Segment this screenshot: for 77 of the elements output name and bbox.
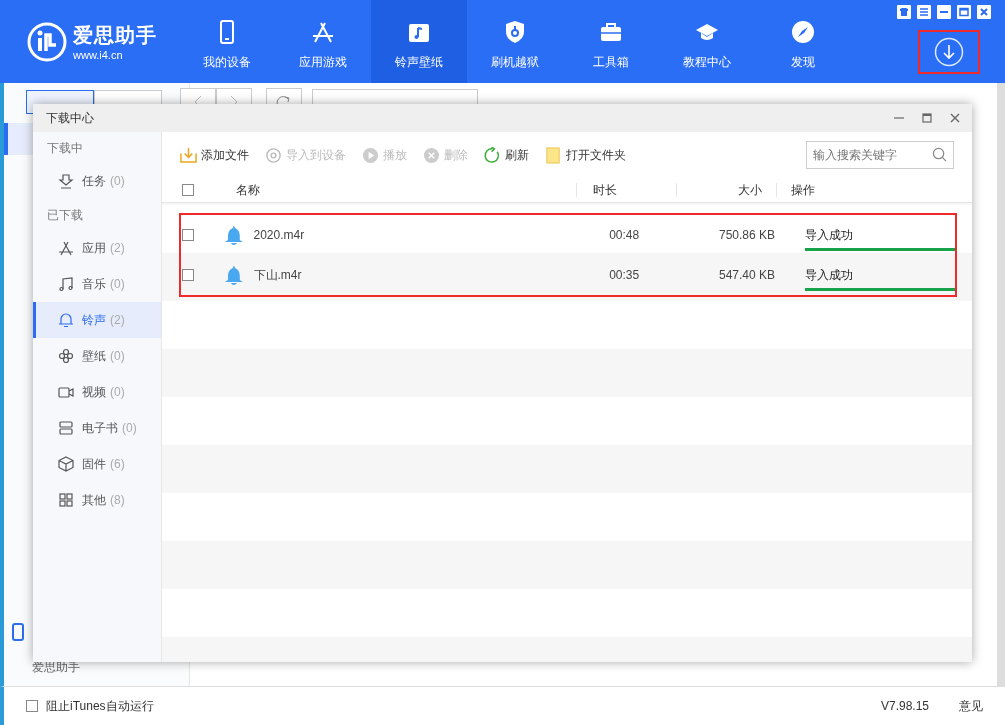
section-heading: 已下载 xyxy=(46,207,84,224)
bell-icon xyxy=(58,312,74,328)
sidebar-item[interactable]: 任务 (0) xyxy=(33,163,161,199)
shield-icon xyxy=(503,20,527,44)
menu-icon[interactable] xyxy=(917,5,931,19)
status-label: 导入成功 xyxy=(805,227,854,244)
grid-icon xyxy=(58,492,74,508)
feedback-link[interactable]: 意见 xyxy=(959,697,983,715)
sidebar-item[interactable]: 其他 (8) xyxy=(33,482,161,518)
folder-icon xyxy=(545,146,562,164)
scrollbar[interactable] xyxy=(997,83,1005,686)
table-cell-text: 00:48 xyxy=(608,228,641,242)
app-icon xyxy=(58,240,74,256)
maximize-icon[interactable] xyxy=(957,5,971,19)
appstore-icon xyxy=(311,20,335,44)
column-header: 大小 xyxy=(677,183,777,197)
nav-tab[interactable]: 铃声壁纸 xyxy=(371,0,467,83)
refresh-icon xyxy=(484,146,501,164)
row-checkbox[interactable] xyxy=(182,269,194,281)
section-heading: 下载中 xyxy=(46,140,84,157)
play-icon xyxy=(362,146,379,164)
book-icon xyxy=(58,420,74,436)
close-icon[interactable] xyxy=(977,5,991,19)
column-header: 名称 xyxy=(202,183,577,197)
bell-icon xyxy=(223,265,244,285)
sidebar-item[interactable]: 应用 (2) xyxy=(33,230,161,266)
version-label: V7.98.15 xyxy=(880,699,929,713)
file-name: 2020.m4r xyxy=(253,228,306,242)
download-icon[interactable] xyxy=(934,37,964,67)
delete-icon xyxy=(423,146,440,164)
music-icon xyxy=(58,276,74,292)
close-icon[interactable] xyxy=(950,113,960,123)
table-cell-text: 547.40 KB xyxy=(717,268,776,282)
toolbar-button[interactable]: 打开文件夹 xyxy=(545,146,626,164)
sidebar-item[interactable]: 固件 (6) xyxy=(33,446,161,482)
logo-icon xyxy=(27,21,67,62)
flower-icon xyxy=(58,348,74,364)
table-cell-text: 750.86 KB xyxy=(717,228,776,242)
app-url: www.i4.cn xyxy=(73,49,124,61)
sidebar-item[interactable]: 视频 (0) xyxy=(33,374,161,410)
toolbox-icon xyxy=(599,20,623,44)
checkbox[interactable] xyxy=(26,700,38,712)
toolbar-button[interactable]: 刷新 xyxy=(484,146,529,164)
minimize-icon[interactable] xyxy=(937,5,951,19)
add-icon xyxy=(180,146,197,164)
bell-icon xyxy=(223,225,244,245)
sidebar-item[interactable]: 铃声 (2) xyxy=(33,302,161,338)
video-icon xyxy=(58,384,74,400)
row-checkbox[interactable] xyxy=(182,229,194,241)
sidebar-item[interactable]: 壁纸 (0) xyxy=(33,338,161,374)
sidebar-item[interactable]: 音乐 (0) xyxy=(33,266,161,302)
skin-icon[interactable] xyxy=(897,5,911,19)
column-header: 操作 xyxy=(790,183,815,197)
app-name: 爱思助手 xyxy=(73,23,157,48)
nav-tab[interactable]: 工具箱 xyxy=(563,0,659,83)
nav-tab[interactable]: 应用游戏 xyxy=(275,0,371,83)
table-cell-text: 00:35 xyxy=(608,268,641,282)
nav-tab[interactable]: 刷机越狱 xyxy=(467,0,563,83)
nav-tab[interactable]: 教程中心 xyxy=(659,0,755,83)
phone-icon xyxy=(12,623,24,641)
select-all-checkbox[interactable] xyxy=(182,184,194,196)
dialog-title: 下载中心 xyxy=(46,109,94,127)
search-icon xyxy=(932,147,947,162)
search-field[interactable]: 输入搜索关键字 xyxy=(806,141,954,169)
nav-tab[interactable]: 我的设备 xyxy=(179,0,275,83)
itunes-label: 阻止iTunes自动运行 xyxy=(46,697,154,715)
sidebar-item[interactable]: 电子书 (0) xyxy=(33,410,161,446)
status-label: 导入成功 xyxy=(805,267,854,284)
compass-icon xyxy=(791,20,815,44)
import-icon xyxy=(265,146,282,164)
download-icon xyxy=(58,173,74,189)
box-icon xyxy=(58,456,74,472)
nav-tab[interactable]: 发现 xyxy=(755,0,851,83)
column-header: 时长 xyxy=(577,183,677,197)
toolbar-button[interactable]: 添加文件 xyxy=(180,146,249,164)
file-name: 下山.m4r xyxy=(253,266,303,284)
maximize-icon[interactable] xyxy=(922,113,932,123)
